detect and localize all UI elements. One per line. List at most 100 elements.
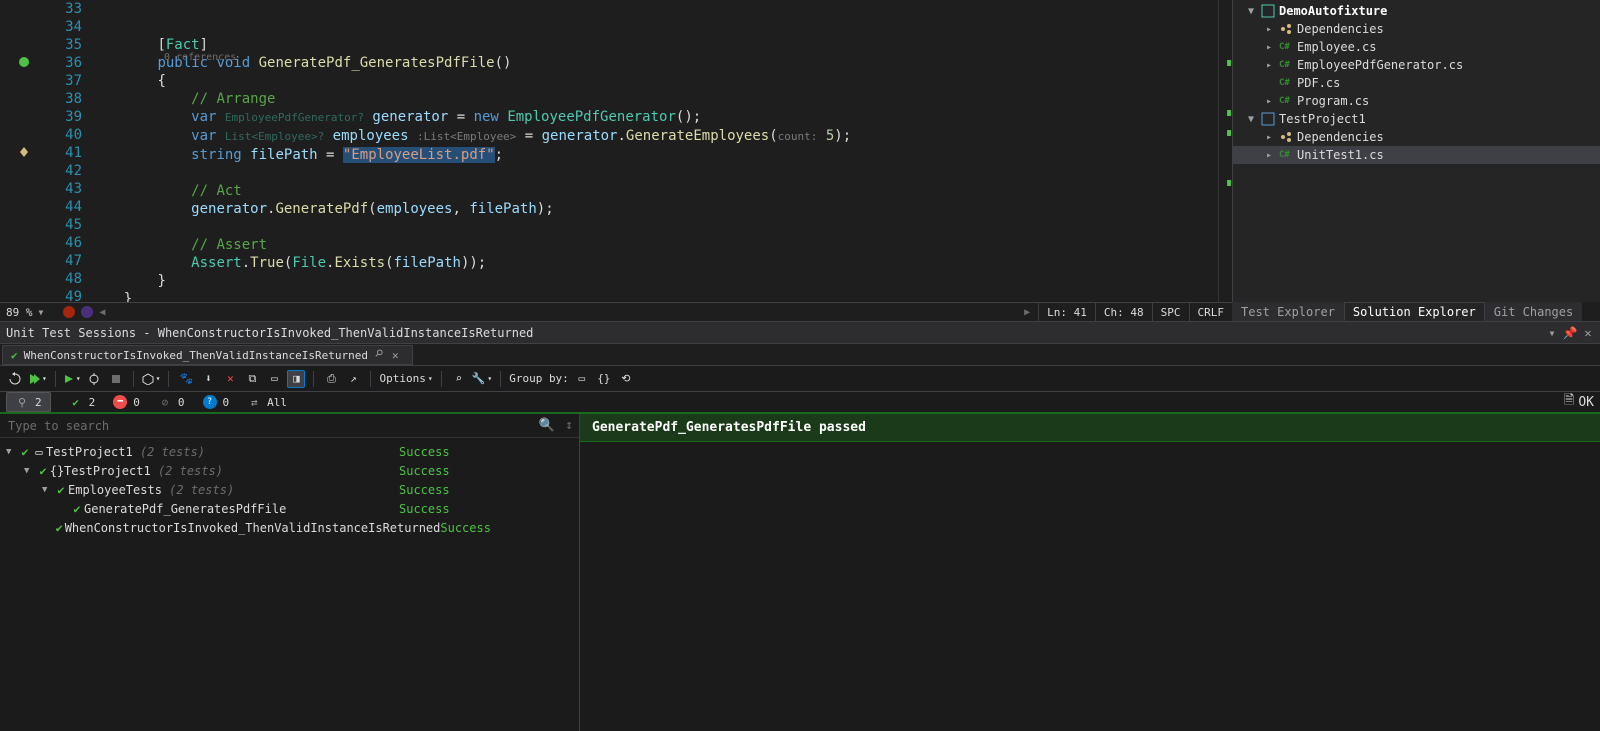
debug-button[interactable] — [85, 370, 103, 388]
tab-test-explorer[interactable]: Test Explorer — [1232, 302, 1344, 321]
run-button[interactable]: ▾ — [64, 374, 81, 384]
zoom-dropdown-icon[interactable]: ▼ — [39, 308, 44, 317]
se-item-pdf[interactable]: ▸ C# PDF.cs — [1233, 74, 1600, 92]
remove-button[interactable]: ✕ — [221, 370, 239, 388]
code-line-39[interactable]: var EmployeePdfGenerator? generator = ne… — [90, 108, 1232, 127]
filter-ignored[interactable]: ⊘ 0 — [158, 395, 185, 409]
refresh-button[interactable] — [6, 370, 24, 388]
code-line-40[interactable]: var List<Employee>? employees :List<Empl… — [90, 127, 1232, 146]
chevron-right-icon[interactable]: ▸ — [1263, 150, 1275, 161]
code-line-47[interactable]: Assert.True(File.Exists(filePath)); — [90, 254, 1232, 272]
chevron-down-icon[interactable]: ▼ — [24, 466, 36, 476]
code-line-44[interactable]: generator.GeneratePdf(employees, filePat… — [90, 200, 1232, 218]
chevron-right-icon[interactable]: ▸ — [1263, 60, 1275, 71]
code-line-34[interactable] — [90, 18, 1232, 36]
pin-icon[interactable]: ⚲ — [372, 347, 388, 363]
tree-row-test-whenconstructor[interactable]: ✔ WhenConstructorIsInvoked_ThenValidInst… — [0, 518, 579, 537]
chevron-down-icon[interactable]: ▼ — [1245, 6, 1257, 17]
code-line-37[interactable]: { — [90, 72, 1232, 90]
chevron-right-icon[interactable]: ▸ — [1263, 132, 1275, 143]
se-item-employee[interactable]: ▸ C# Employee.cs — [1233, 38, 1600, 56]
tree-row-project[interactable]: ▼ ✔ ▭ TestProject1 (2 tests) Success — [0, 442, 579, 461]
filter-button[interactable]: ⌕ — [450, 370, 468, 388]
group-category-button[interactable]: ⟲ — [617, 370, 635, 388]
group-project-button[interactable]: ▭ — [573, 370, 591, 388]
filter-failed[interactable]: ━ 0 — [113, 395, 140, 409]
code-line-46[interactable]: // Assert — [90, 236, 1232, 254]
codelens-references[interactable]: 0 references — [164, 49, 236, 67]
status-eol[interactable]: CRLF — [1189, 303, 1233, 321]
lightbulb-icon[interactable] — [18, 146, 30, 158]
layout2-button[interactable]: ◨ — [287, 370, 305, 388]
error-status-icon[interactable] — [63, 306, 75, 318]
tree-row-class[interactable]: ▼ ✔ EmployeeTests (2 tests) Success — [0, 480, 579, 499]
scroll-right-icon[interactable]: ▶ — [1024, 307, 1038, 318]
stop-button[interactable] — [107, 370, 125, 388]
se-item-test-dependencies[interactable]: ▸ Dependencies — [1233, 128, 1600, 146]
chevron-down-icon[interactable]: ▼ — [6, 447, 18, 457]
close-icon[interactable]: ✕ — [392, 349, 404, 362]
code-area[interactable]: [Fact] 0 references public void Generate… — [90, 0, 1232, 302]
layout-button[interactable]: ▭ — [265, 370, 283, 388]
tab-solution-explorer[interactable]: Solution Explorer — [1344, 302, 1485, 321]
new-session-button[interactable]: ⎙ — [322, 370, 340, 388]
status-col[interactable]: Ch: 48 — [1095, 303, 1152, 321]
tree-row-test-generatepdf[interactable]: ✔ GeneratePdf_GeneratesPdfFile Success — [0, 499, 579, 518]
chevron-right-icon[interactable]: ▸ — [1263, 42, 1275, 53]
code-line-36[interactable]: public void GeneratePdf_GeneratesPdfFile… — [90, 54, 1232, 72]
editor-status-bar: 89 % ▼ ◀ ▶ Ln: 41 Ch: 48 SPC CRLF — [0, 302, 1232, 321]
chevron-right-icon[interactable]: ▸ — [1263, 96, 1275, 107]
solution-explorer[interactable]: ▼ DemoAutofixture ▸ Dependencies ▸ C# Em… — [1232, 0, 1600, 302]
status-indent[interactable]: SPC — [1152, 303, 1189, 321]
filter-pinned[interactable]: ⚲ 2 — [6, 392, 51, 412]
se-item-program[interactable]: ▸ C# Program.cs — [1233, 92, 1600, 110]
search-input[interactable] — [0, 414, 579, 437]
status-line[interactable]: Ln: 41 — [1038, 303, 1095, 321]
settings-dropdown[interactable]: 🔧 ▾ — [472, 372, 493, 385]
coverage-button[interactable]: ▾ — [142, 373, 161, 385]
open-button[interactable]: ↗ — [344, 370, 362, 388]
chevron-down-icon[interactable]: ▼ — [42, 485, 54, 495]
filter-unknown[interactable]: ? 0 — [203, 395, 230, 409]
code-line-33[interactable] — [90, 0, 1232, 18]
scroll-left-icon[interactable]: ◀ — [99, 307, 105, 318]
dropdown-icon[interactable]: ▾ — [1544, 325, 1560, 341]
uts-titlebar[interactable]: Unit Test Sessions - WhenConstructorIsIn… — [0, 322, 1600, 344]
tree-row-namespace[interactable]: ▼ ✔ {} TestProject1 (2 tests) Success — [0, 461, 579, 480]
code-line-45[interactable] — [90, 218, 1232, 236]
chevron-down-icon[interactable]: ▼ — [1245, 114, 1257, 125]
zoom-level[interactable]: 89 % — [6, 306, 33, 319]
code-line-35[interactable]: [Fact] — [90, 36, 1232, 54]
project-node-test[interactable]: ▼ TestProject1 — [1233, 110, 1600, 128]
run-selected-button[interactable]: ▾ — [28, 373, 47, 385]
se-item-dependencies[interactable]: ▸ Dependencies — [1233, 20, 1600, 38]
code-line-38[interactable]: // Arrange — [90, 90, 1232, 108]
se-item-employeepdfgenerator[interactable]: ▸ C# EmployeePdfGenerator.cs — [1233, 56, 1600, 74]
code-line-48[interactable]: } — [90, 272, 1232, 290]
options-dropdown[interactable]: Options ▾ — [379, 372, 432, 385]
info-status-icon[interactable] — [81, 306, 93, 318]
code-line-43[interactable]: // Act — [90, 182, 1232, 200]
code-line-41[interactable]: string filePath = "EmployeeList.pdf"; — [90, 146, 1232, 164]
chevron-right-icon[interactable]: ▸ — [1263, 24, 1275, 35]
code-line-42[interactable] — [90, 164, 1232, 182]
tab-git-changes[interactable]: Git Changes — [1485, 302, 1582, 321]
filter-all[interactable]: ⇄ All — [247, 395, 287, 409]
project-node-demo[interactable]: ▼ DemoAutofixture — [1233, 2, 1600, 20]
test-search[interactable]: 🔍 ↕ — [0, 414, 579, 438]
copy-button[interactable]: ⧉ — [243, 370, 261, 388]
filter-passed[interactable]: ✔ 2 — [69, 395, 96, 409]
uts-session-tab[interactable]: ✔ WhenConstructorIsInvoked_ThenValidInst… — [2, 345, 413, 365]
track-button[interactable]: 🐾 — [177, 370, 195, 388]
search-icon[interactable]: 🔍 — [539, 418, 555, 433]
group-namespace-button[interactable]: {} — [595, 370, 613, 388]
close-icon[interactable]: ✕ — [1580, 325, 1596, 341]
code-editor[interactable]: 33 34 35 36 37 38 39 40 41 42 43 44 45 4… — [0, 0, 1232, 302]
se-item-unittest1[interactable]: ▸ C# UnitTest1.cs — [1233, 146, 1600, 164]
test-tree[interactable]: ▼ ✔ ▭ TestProject1 (2 tests) Success ▼ ✔… — [0, 438, 579, 731]
overview-ruler[interactable] — [1218, 0, 1232, 302]
export-button[interactable]: ⬇ — [199, 370, 217, 388]
pin-icon[interactable]: 📌 — [1562, 325, 1578, 341]
expand-icon[interactable]: ↕ — [565, 418, 573, 433]
editor-sign-gutter — [0, 0, 38, 302]
